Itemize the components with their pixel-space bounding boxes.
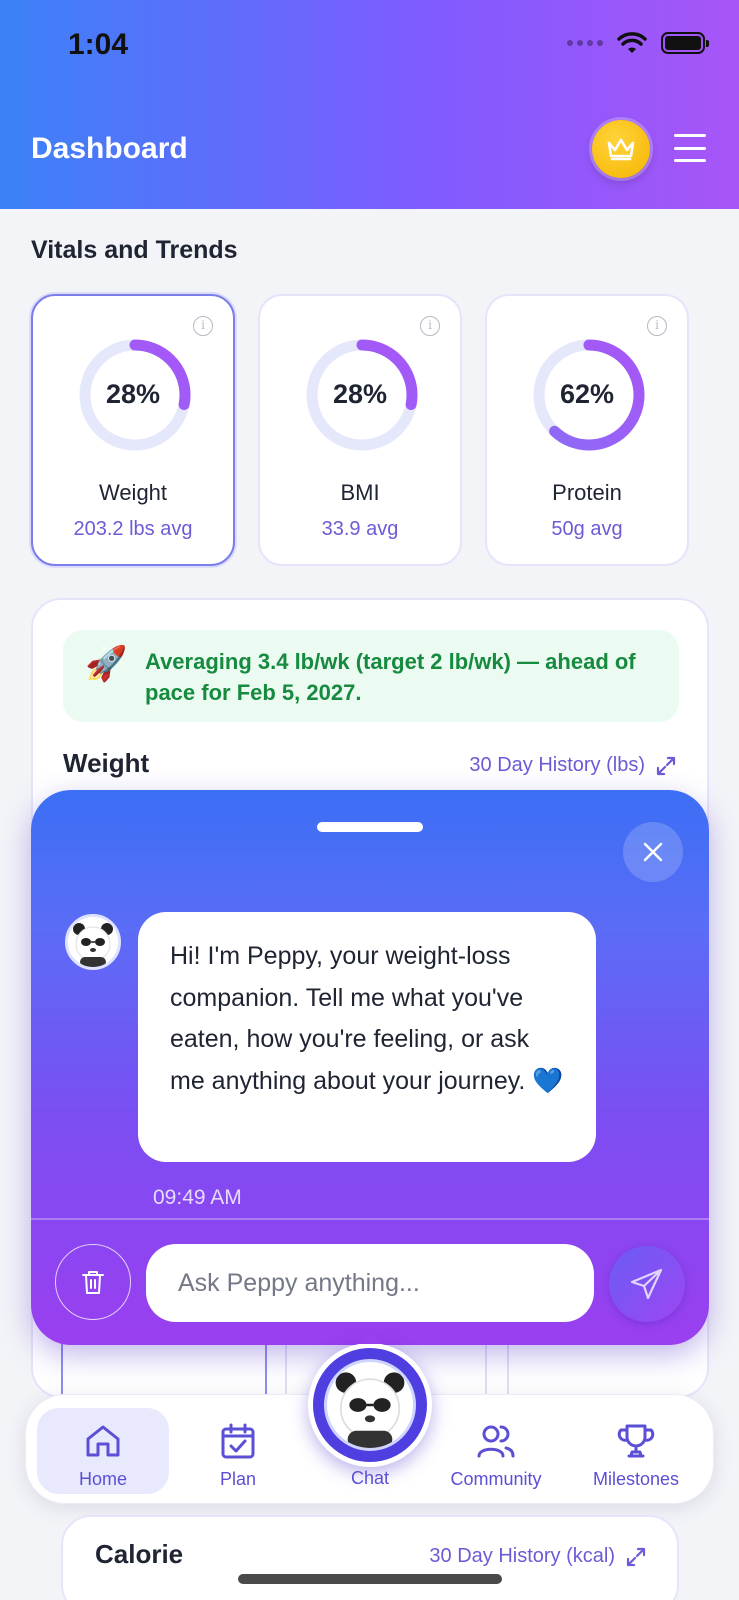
pace-text: Averaging 3.4 lb/wk (target 2 lb/wk) — a…	[145, 649, 636, 705]
nav-community[interactable]: Community	[436, 1395, 556, 1505]
vital-average: 203.2 lbs avg	[73, 518, 193, 540]
status-time: 1:04	[68, 28, 129, 61]
nav-label: Community	[450, 1469, 542, 1489]
trophy-icon	[617, 1424, 655, 1458]
vital-card-weight[interactable]: i 28% Weight 203.2 lbs avg	[31, 294, 235, 566]
home-indicator	[238, 1574, 502, 1584]
vital-percent: 28%	[105, 379, 161, 409]
close-icon	[643, 842, 663, 862]
history-label: 30 Day History (lbs)	[469, 754, 645, 776]
battery-icon	[661, 32, 709, 54]
send-icon	[630, 1268, 663, 1300]
home-icon	[86, 1425, 120, 1457]
divider	[31, 1218, 709, 1220]
info-icon[interactable]: i	[647, 316, 667, 336]
nav-label: Chat	[350, 1468, 390, 1488]
history-label: 30 Day History (kcal)	[429, 1545, 615, 1567]
nav-label: Plan	[219, 1469, 257, 1489]
weight-title: Weight	[63, 748, 150, 778]
message-timestamp: 09:49 AM	[153, 1186, 242, 1209]
calendar-check-icon	[221, 1423, 255, 1459]
hamburger-menu-icon[interactable]	[674, 134, 706, 162]
vital-percent: 28%	[332, 379, 388, 409]
chat-message-bubble: Hi! I'm Peppy, your weight-loss companio…	[138, 912, 596, 1162]
drag-handle[interactable]	[317, 822, 423, 832]
clear-chat-button[interactable]	[55, 1244, 131, 1320]
panda-avatar-icon	[65, 914, 121, 970]
calorie-history-link[interactable]: 30 Day History (kcal)	[429, 1545, 647, 1568]
info-icon[interactable]: i	[193, 316, 213, 336]
vital-average: 50g avg	[551, 518, 623, 540]
vital-name: Weight	[98, 480, 168, 505]
chat-message-input[interactable]	[146, 1244, 594, 1322]
close-button[interactable]	[623, 822, 683, 882]
info-icon[interactable]: i	[420, 316, 440, 336]
users-icon	[477, 1425, 515, 1458]
cellular-signal-icon	[567, 40, 603, 46]
vital-card-bmi[interactable]: i 28% BMI 33.9 avg	[258, 294, 462, 566]
premium-crown-button[interactable]	[592, 120, 650, 178]
nav-home[interactable]: Home	[26, 1395, 180, 1505]
page-title: Dashboard	[31, 132, 188, 165]
nav-plan[interactable]: Plan	[186, 1395, 290, 1505]
section-title-vitals: Vitals and Trends	[31, 236, 238, 264]
rocket-icon: 🚀	[85, 645, 128, 683]
expand-icon	[656, 756, 676, 775]
send-button[interactable]	[609, 1246, 685, 1322]
status-icons	[567, 32, 709, 54]
nav-label: Home	[78, 1469, 127, 1489]
calorie-card: Calorie 30 Day History (kcal)	[61, 1515, 679, 1600]
app-header: 1:04 Dashboard	[0, 0, 739, 209]
nav-chat-button[interactable]	[308, 1343, 432, 1467]
vital-average: 33.9 avg	[321, 518, 399, 540]
panda-avatar-icon	[324, 1359, 416, 1451]
vital-name: BMI	[340, 480, 380, 505]
nav-milestones[interactable]: Milestones	[571, 1395, 701, 1505]
vital-name: Protein	[552, 480, 622, 505]
vital-card-protein[interactable]: i 62% Protein 50g avg	[485, 294, 689, 566]
pace-banner: 🚀 Averaging 3.4 lb/wk (target 2 lb/wk) —…	[63, 630, 679, 722]
wifi-icon	[617, 32, 647, 53]
trash-icon	[82, 1271, 104, 1294]
vital-percent: 62%	[559, 379, 615, 409]
weight-history-link[interactable]: 30 Day History (lbs)	[469, 754, 677, 777]
crown-icon	[607, 138, 635, 161]
calorie-title: Calorie	[95, 1539, 184, 1569]
expand-icon	[626, 1547, 646, 1566]
chat-panel: Hi! I'm Peppy, your weight-loss companio…	[31, 790, 709, 1345]
nav-label: Milestones	[592, 1469, 680, 1489]
